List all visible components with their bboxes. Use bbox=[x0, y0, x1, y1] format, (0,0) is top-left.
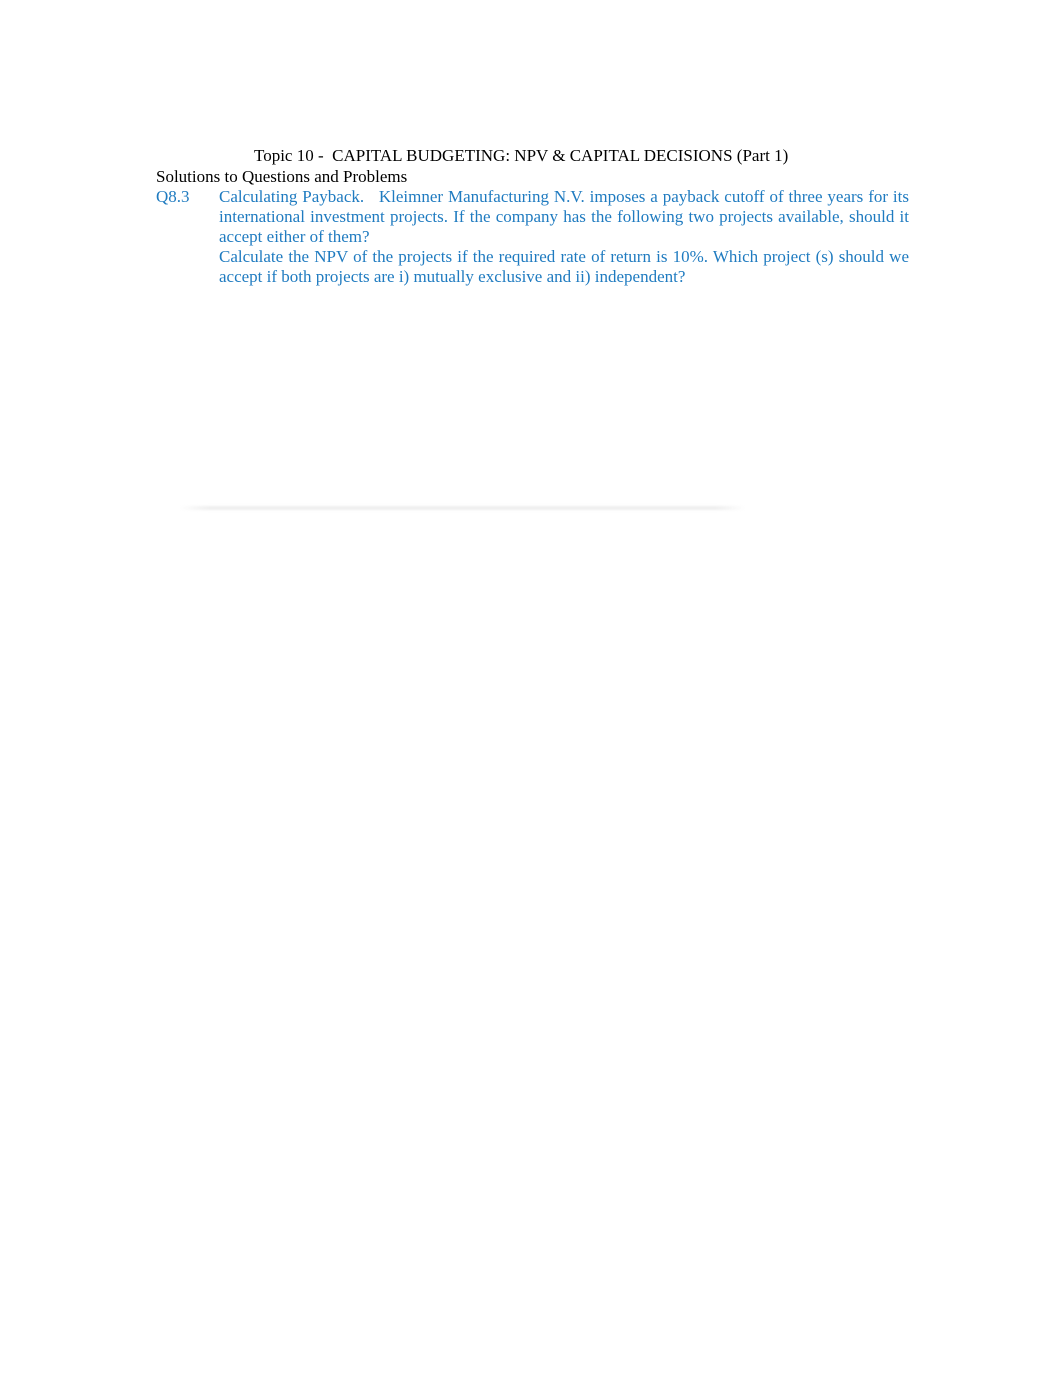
question-body: Calculating Payback. Kleimner Manufactur… bbox=[219, 187, 909, 287]
question-paragraph-1: Calculating Payback. Kleimner Manufactur… bbox=[219, 187, 909, 247]
question-paragraph-2: Calculate the NPV of the projects if the… bbox=[219, 247, 909, 286]
question-number: Q8.3 bbox=[156, 187, 190, 206]
document-page: Topic 10 - CAPITAL BUDGETING: NPV & CAPI… bbox=[0, 0, 1062, 1377]
document-subtitle: Solutions to Questions and Problems bbox=[156, 167, 408, 186]
question-heading: Calculating Payback. bbox=[219, 187, 365, 206]
document-title: Topic 10 - CAPITAL BUDGETING: NPV & CAPI… bbox=[254, 146, 789, 165]
faint-divider bbox=[180, 506, 745, 510]
